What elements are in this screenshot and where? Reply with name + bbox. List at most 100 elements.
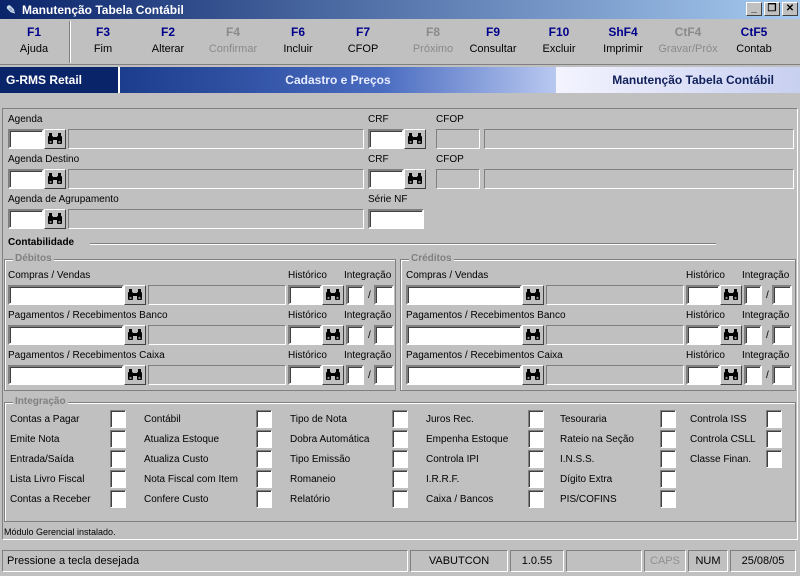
toolbar-button-ctf5[interactable]: CtF5 Contab xyxy=(721,23,787,57)
agenda-destino-code-input[interactable] xyxy=(8,169,44,189)
debitos-row-2-account-input[interactable] xyxy=(8,365,124,385)
toolbar-button-f2[interactable]: F2 Alterar xyxy=(135,23,201,57)
debitos-row-0-integracao-a-input[interactable] xyxy=(346,285,364,305)
integracao-checkbox-3-3[interactable] xyxy=(528,470,544,488)
integracao-checkbox-1-4[interactable] xyxy=(256,490,272,508)
integracao-checkbox-4-1[interactable] xyxy=(660,430,676,448)
toolbar-button-f10[interactable]: F10 Excluir xyxy=(526,23,592,57)
creditos-row-0-integracao-b-input[interactable] xyxy=(772,285,792,305)
debitos-row-1-account-input[interactable] xyxy=(8,325,124,345)
debitos-row-0-account-binoculars-icon[interactable] xyxy=(124,285,146,305)
creditos-row-1-account-binoculars-icon[interactable] xyxy=(522,325,544,345)
minimize-button[interactable]: _ xyxy=(746,2,762,16)
toolbar-button-f8[interactable]: F8 Próximo xyxy=(400,23,466,57)
toolbar-key-f2: F2 xyxy=(160,25,175,39)
crf-input[interactable] xyxy=(368,129,404,149)
integracao-checkbox-4-0[interactable] xyxy=(660,410,676,428)
integracao-checkbox-0-3[interactable] xyxy=(110,470,126,488)
integracao-checkbox-3-2[interactable] xyxy=(528,450,544,468)
creditos-row-2-integracao-a-input[interactable] xyxy=(744,365,762,385)
toolbar-button-f9[interactable]: F9 Consultar xyxy=(460,23,526,57)
creditos-row-1-integracao-b-input[interactable] xyxy=(772,325,792,345)
crf2-search-binoculars-icon[interactable] xyxy=(404,169,426,189)
integracao-checkbox-0-2[interactable] xyxy=(110,450,126,468)
integracao-checkbox-3-1[interactable] xyxy=(528,430,544,448)
crf2-input[interactable] xyxy=(368,169,404,189)
integracao-label-1-4: Confere Custo xyxy=(144,494,209,505)
debitos-row-1-account-binoculars-icon[interactable] xyxy=(124,325,146,345)
toolbar-key-f1: F1 xyxy=(26,25,41,39)
integracao-checkbox-5-0[interactable] xyxy=(766,410,782,428)
toolbar-label-f7: CFOP xyxy=(347,43,379,55)
integracao-checkbox-2-3[interactable] xyxy=(392,470,408,488)
creditos-row-2-account-input[interactable] xyxy=(406,365,522,385)
debitos-row-0-account-input[interactable] xyxy=(8,285,124,305)
debitos-row-2-account-binoculars-icon[interactable] xyxy=(124,365,146,385)
integracao-checkbox-4-2[interactable] xyxy=(660,450,676,468)
integracao-checkbox-1-3[interactable] xyxy=(256,470,272,488)
close-button[interactable]: ✕ xyxy=(782,2,798,16)
creditos-row-1-account-input[interactable] xyxy=(406,325,522,345)
integracao-checkbox-0-4[interactable] xyxy=(110,490,126,508)
integracao-checkbox-2-4[interactable] xyxy=(392,490,408,508)
maximize-button[interactable]: ❐ xyxy=(764,2,780,16)
integracao-checkbox-5-2[interactable] xyxy=(766,450,782,468)
integracao-checkbox-3-0[interactable] xyxy=(528,410,544,428)
agenda-code-input[interactable] xyxy=(8,129,44,149)
debitos-row-2-integracao-b-input[interactable] xyxy=(374,365,394,385)
crf-search-binoculars-icon[interactable] xyxy=(404,129,426,149)
toolbar-button-f4[interactable]: F4 Confirmar xyxy=(200,23,266,57)
debitos-row-0-historico-input[interactable] xyxy=(288,285,322,305)
toolbar-button-f7[interactable]: F7 CFOP xyxy=(330,23,396,57)
creditos-row-0-historico-input[interactable] xyxy=(686,285,720,305)
debitos-row-1-historico-binoculars-icon[interactable] xyxy=(322,325,344,345)
toolbar-button-f1[interactable]: F1 Ajuda xyxy=(0,23,68,57)
debitos-row-2-integracao-a-input[interactable] xyxy=(346,365,364,385)
integracao-checkbox-2-1[interactable] xyxy=(392,430,408,448)
integracao-checkbox-0-1[interactable] xyxy=(110,430,126,448)
creditos-row-0-integracao-a-input[interactable] xyxy=(744,285,762,305)
cfop2-description-field xyxy=(484,169,794,189)
creditos-row-0-account-binoculars-icon[interactable] xyxy=(522,285,544,305)
creditos-row-2-historico-input[interactable] xyxy=(686,365,720,385)
creditos-row-0-historico-binoculars-icon[interactable] xyxy=(720,285,742,305)
integracao-checkbox-0-0[interactable] xyxy=(110,410,126,428)
integracao-checkbox-1-2[interactable] xyxy=(256,450,272,468)
agenda-agrupamento-search-binoculars-icon[interactable] xyxy=(44,209,66,229)
creditos-row-2-historico-binoculars-icon[interactable] xyxy=(720,365,742,385)
debitos-row-1-integracao-b-input[interactable] xyxy=(374,325,394,345)
crf2-label: CRF xyxy=(368,154,389,165)
integracao-checkbox-4-3[interactable] xyxy=(660,470,676,488)
cfop-description-field xyxy=(484,129,794,149)
toolbar-button-shf4[interactable]: ShF4 Imprimir xyxy=(590,23,656,57)
toolbar-button-f3[interactable]: F3 Fim xyxy=(70,23,136,57)
integracao-label-5-0: Controla ISS xyxy=(690,414,747,425)
integracao-label-0-2: Entrada/Saída xyxy=(10,454,74,465)
integracao-label-4-2: I.N.S.S. xyxy=(560,454,595,465)
integracao-checkbox-2-2[interactable] xyxy=(392,450,408,468)
creditos-row-0-account-input[interactable] xyxy=(406,285,522,305)
integracao-checkbox-4-4[interactable] xyxy=(660,490,676,508)
debitos-row-0-historico-binoculars-icon[interactable] xyxy=(322,285,344,305)
debitos-row-2-historico-input[interactable] xyxy=(288,365,322,385)
creditos-row-2-account-binoculars-icon[interactable] xyxy=(522,365,544,385)
creditos-row-1-historico-input[interactable] xyxy=(686,325,720,345)
integracao-checkbox-2-0[interactable] xyxy=(392,410,408,428)
creditos-row-1-integracao-a-input[interactable] xyxy=(744,325,762,345)
agenda-search-binoculars-icon[interactable] xyxy=(44,129,66,149)
debitos-row-0-integracao-b-input[interactable] xyxy=(374,285,394,305)
integracao-checkbox-1-0[interactable] xyxy=(256,410,272,428)
debitos-row-1-integracao-a-input[interactable] xyxy=(346,325,364,345)
agenda-destino-search-binoculars-icon[interactable] xyxy=(44,169,66,189)
toolbar-button-ctf4[interactable]: CtF4 Gravar/Próx xyxy=(655,23,721,57)
integracao-checkbox-5-1[interactable] xyxy=(766,430,782,448)
integracao-checkbox-3-4[interactable] xyxy=(528,490,544,508)
creditos-row-1-historico-binoculars-icon[interactable] xyxy=(720,325,742,345)
agenda-agrupamento-code-input[interactable] xyxy=(8,209,44,229)
debitos-row-1-historico-input[interactable] xyxy=(288,325,322,345)
toolbar-button-f6[interactable]: F6 Incluir xyxy=(265,23,331,57)
serie-nf-input[interactable] xyxy=(368,209,424,229)
integracao-checkbox-1-1[interactable] xyxy=(256,430,272,448)
debitos-row-2-historico-binoculars-icon[interactable] xyxy=(322,365,344,385)
creditos-row-2-integracao-b-input[interactable] xyxy=(772,365,792,385)
